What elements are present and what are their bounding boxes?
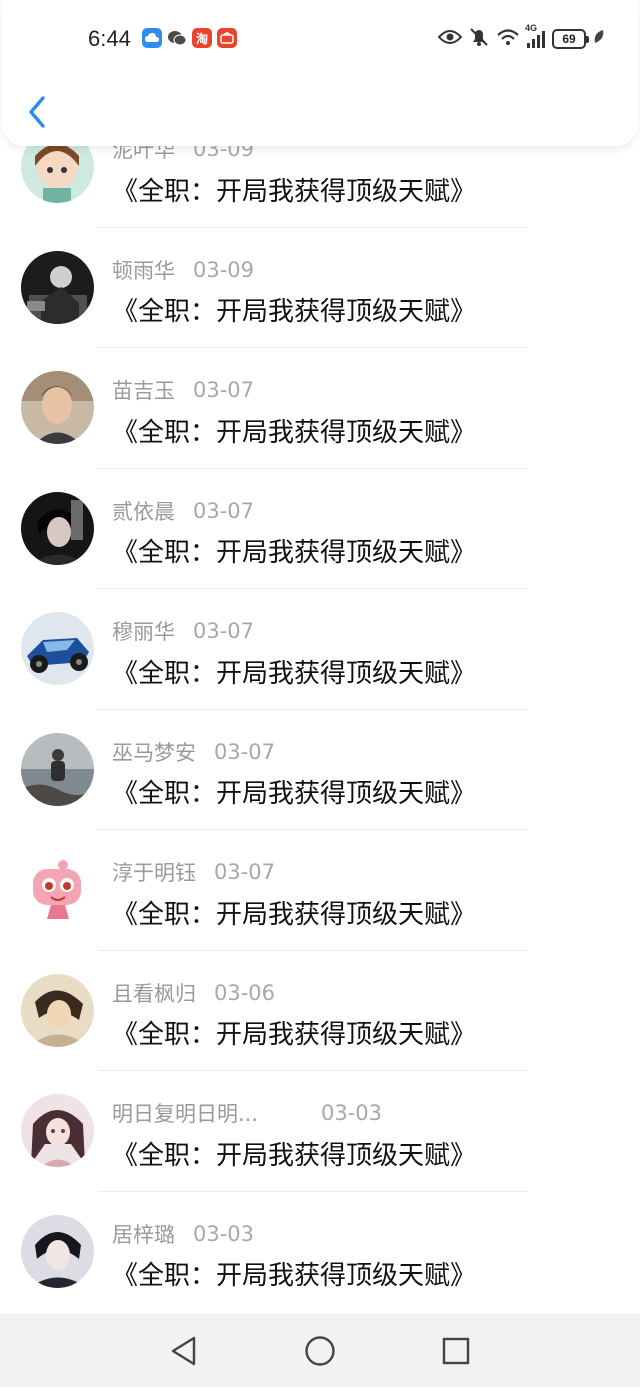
comment-meta: 顿雨华 03-09 <box>112 254 254 286</box>
battery-icon: 69 <box>552 29 589 49</box>
leaf-icon <box>593 29 605 49</box>
user-name[interactable]: 且看枫归 <box>112 978 196 1008</box>
list-item[interactable]: 穆丽华 03-07 《全职：开局我获得顶级天赋》 <box>0 589 640 710</box>
avatar[interactable] <box>21 491 94 565</box>
nav-back-button[interactable] <box>164 1333 204 1369</box>
avatar[interactable] <box>21 1094 94 1167</box>
comment-meta: 巫马梦安 03-07 <box>112 736 275 768</box>
list-item[interactable]: 苗吉玉 03-07 《全职：开局我获得顶级天赋》 <box>0 348 640 469</box>
avatar[interactable] <box>21 250 94 324</box>
comment-date: 03-03 <box>321 1101 383 1125</box>
eye-icon <box>437 29 463 49</box>
book-title[interactable]: 《全职：开局我获得顶级天赋》 <box>112 1133 476 1173</box>
list-item[interactable]: 淳于明钰 03-07 《全职：开局我获得顶级天赋》 <box>0 830 640 951</box>
avatar[interactable] <box>21 1214 94 1288</box>
battery-level: 69 <box>562 32 576 46</box>
user-name[interactable]: 居梓璐 <box>112 1219 175 1249</box>
list-item[interactable]: 巫马梦安 03-07 《全职：开局我获得顶级天赋》 <box>0 710 640 830</box>
book-title[interactable]: 《全职：开局我获得顶级天赋》 <box>112 651 476 691</box>
avatar[interactable] <box>21 973 94 1047</box>
user-name[interactable]: 顿雨华 <box>112 255 175 285</box>
back-button[interactable] <box>22 92 52 132</box>
avatar[interactable] <box>21 853 94 926</box>
list-item[interactable]: 居梓璐 03-03 《全职：开局我获得顶级天赋》 <box>0 1192 640 1313</box>
book-title[interactable]: 《全职：开局我获得顶级天赋》 <box>112 1254 476 1294</box>
comment-meta: 贰依晨 03-07 <box>112 495 254 527</box>
comment-date: 03-09 <box>193 257 255 282</box>
chevron-left-icon <box>29 96 45 128</box>
list-item[interactable]: 明日复明日明... 03-03 《全职：开局我获得顶级天赋》 <box>0 1071 640 1192</box>
comment-date: 03-03 <box>193 1221 255 1246</box>
user-name[interactable]: 苗吉玉 <box>112 375 175 405</box>
cloud-icon <box>142 28 162 48</box>
user-name[interactable]: 穆丽华 <box>112 616 175 646</box>
comment-date: 03-07 <box>193 378 255 402</box>
huawei-app-icon <box>217 28 237 48</box>
home-circle-icon <box>305 1336 335 1366</box>
book-title[interactable]: 《全职：开局我获得顶级天赋》 <box>112 531 476 571</box>
comment-meta: 居梓璐 03-03 <box>112 1218 254 1250</box>
book-title[interactable]: 《全职：开局我获得顶级天赋》 <box>112 1013 476 1053</box>
comment-date: 03-07 <box>214 860 276 884</box>
user-name[interactable]: 明日复明日明... <box>112 1098 302 1128</box>
book-title[interactable]: 《全职：开局我获得顶级天赋》 <box>112 772 476 812</box>
comment-meta: 且看枫归 03-06 <box>112 977 275 1009</box>
list-item[interactable]: 顿雨华 03-09 《全职：开局我获得顶级天赋》 <box>0 228 640 348</box>
comment-meta: 明日复明日明... 03-03 <box>112 1097 382 1129</box>
avatar[interactable] <box>21 732 94 806</box>
book-title[interactable]: 《全职：开局我获得顶级天赋》 <box>112 892 476 932</box>
comment-meta: 穆丽华 03-07 <box>112 615 254 647</box>
comment-meta: 苗吉玉 03-07 <box>112 374 254 406</box>
comment-date: 03-07 <box>214 739 276 764</box>
user-name[interactable]: 巫马梦安 <box>112 737 196 767</box>
list-item[interactable]: 且看枫归 03-06 《全职：开局我获得顶级天赋》 <box>0 951 640 1071</box>
comment-meta: 淳于明钰 03-07 <box>112 856 275 888</box>
recents-square-icon <box>442 1337 470 1365</box>
system-nav-bar <box>0 1314 640 1387</box>
book-title[interactable]: 《全职：开局我获得顶级天赋》 <box>112 169 476 209</box>
avatar[interactable] <box>21 612 94 685</box>
comment-date: 03-06 <box>214 980 276 1005</box>
nav-home-button[interactable] <box>300 1333 340 1369</box>
screen: 泥叶华 03-09 《全职：开局我获得顶级天赋》 顿雨华 03-09 《全职：开… <box>0 0 640 1387</box>
back-triangle-icon <box>171 1336 196 1366</box>
signal-icon: 4G <box>525 23 545 48</box>
taobao-icon: 淘 <box>192 28 212 48</box>
status-indicators: 4G 69 <box>437 23 605 51</box>
network-type: 4G <box>525 22 538 33</box>
notification-icons: 淘 <box>142 28 237 48</box>
wechat-icon <box>167 28 187 48</box>
status-time: 6:44 <box>88 26 131 51</box>
comment-date: 03-07 <box>193 498 255 523</box>
comment-list: 泥叶华 03-09 《全职：开局我获得顶级天赋》 顿雨华 03-09 《全职：开… <box>0 107 640 1312</box>
header: 6:44 淘 4G 69 <box>2 0 638 146</box>
book-title[interactable]: 《全职：开局我获得顶级天赋》 <box>112 290 476 330</box>
book-title[interactable]: 《全职：开局我获得顶级天赋》 <box>112 410 476 450</box>
user-name[interactable]: 贰依晨 <box>112 496 175 526</box>
nav-recents-button[interactable] <box>436 1333 476 1369</box>
user-name[interactable]: 淳于明钰 <box>112 857 196 887</box>
avatar[interactable] <box>21 371 94 444</box>
list-item[interactable]: 贰依晨 03-07 《全职：开局我获得顶级天赋》 <box>0 469 640 589</box>
comment-date: 03-07 <box>193 619 255 643</box>
bell-mute-icon <box>469 27 489 51</box>
wifi-icon <box>496 28 520 50</box>
